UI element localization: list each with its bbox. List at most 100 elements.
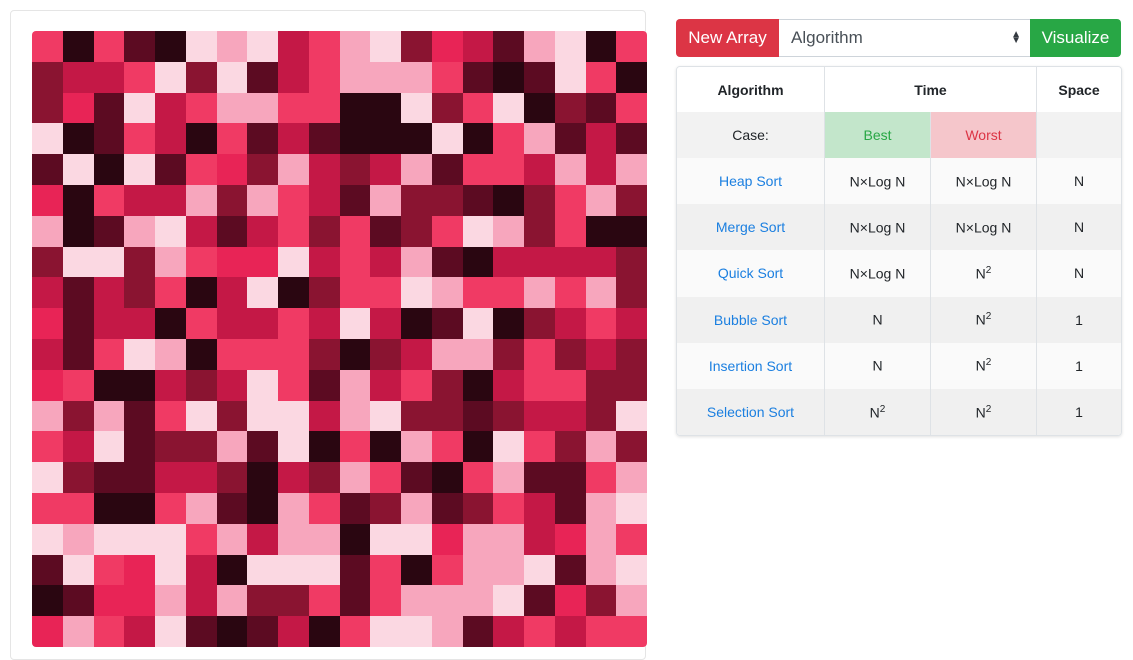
array-cell xyxy=(155,215,186,247)
array-cell xyxy=(554,92,586,124)
space-complexity: N xyxy=(1036,204,1121,251)
algorithm-link-text[interactable]: Merge Sort xyxy=(716,219,785,235)
array-cell xyxy=(616,31,647,62)
array-cell xyxy=(554,215,586,247)
array-cell xyxy=(493,585,524,617)
array-cell xyxy=(185,61,217,93)
array-cell xyxy=(124,154,155,185)
algorithm-link[interactable]: Insertion Sort xyxy=(677,342,825,389)
best-complexity: N xyxy=(824,342,931,389)
array-cell xyxy=(524,400,555,432)
array-cell xyxy=(308,184,340,216)
algorithm-link[interactable]: Bubble Sort xyxy=(677,296,825,343)
algorithm-link-text[interactable]: Bubble Sort xyxy=(714,312,787,328)
array-cell xyxy=(431,154,463,185)
array-cell xyxy=(124,492,155,524)
array-cell xyxy=(185,554,217,586)
array-cell xyxy=(401,184,432,216)
array-cell xyxy=(462,215,494,247)
array-cell xyxy=(431,431,463,463)
array-cell xyxy=(585,431,617,463)
algorithm-link[interactable]: Quick Sort xyxy=(677,250,825,297)
algorithm-link[interactable]: Merge Sort xyxy=(677,204,825,251)
array-cell xyxy=(278,338,309,370)
array-cell xyxy=(93,277,125,309)
array-cell xyxy=(216,400,248,432)
array-cell xyxy=(462,61,494,93)
array-cell xyxy=(524,92,555,124)
array-cell xyxy=(308,554,340,586)
algorithm-row: Bubble Sort N N2 1 xyxy=(677,296,1121,343)
array-cell xyxy=(124,246,155,278)
array-cell xyxy=(32,616,63,647)
array-cell xyxy=(554,308,586,339)
array-cell xyxy=(247,308,278,339)
worst-complexity: N×Log N xyxy=(930,158,1037,205)
array-cell xyxy=(462,431,494,463)
array-cell xyxy=(585,215,617,247)
algorithm-link[interactable]: Heap Sort xyxy=(677,158,825,205)
best-complexity-text: N xyxy=(869,404,880,421)
array-cell xyxy=(155,554,186,586)
array-cell xyxy=(278,523,309,555)
array-cell xyxy=(339,246,371,278)
array-cell xyxy=(554,369,586,401)
array-cell xyxy=(431,400,463,432)
array-cell xyxy=(585,492,617,524)
array-cell xyxy=(554,585,586,617)
array-cell xyxy=(339,184,371,216)
new-array-button[interactable]: New Array xyxy=(676,19,779,57)
array-cell xyxy=(370,308,401,339)
array-cell xyxy=(370,215,401,247)
array-cell xyxy=(339,523,371,555)
algorithm-link-text[interactable]: Quick Sort xyxy=(718,265,783,281)
array-cell xyxy=(247,431,278,463)
array-cell xyxy=(370,400,401,432)
algorithm-link-text[interactable]: Insertion Sort xyxy=(709,358,792,374)
array-cell xyxy=(247,277,278,309)
array-cell xyxy=(493,431,524,463)
visualize-button[interactable]: Visualize xyxy=(1030,19,1121,57)
array-cell xyxy=(247,61,278,93)
array-cell xyxy=(616,246,647,278)
worst-complexity-text: N xyxy=(975,404,986,421)
array-cell xyxy=(62,462,94,493)
array-cell xyxy=(247,369,278,401)
array-cell xyxy=(155,431,186,463)
array-cell xyxy=(124,554,155,586)
array-cell xyxy=(185,184,217,216)
array-cell xyxy=(431,184,463,216)
array-cell xyxy=(278,462,309,493)
array-cell xyxy=(32,400,63,432)
algorithm-select[interactable]: Algorithm ▲ ▼ xyxy=(779,19,1030,57)
array-cell xyxy=(155,277,186,309)
array-cell xyxy=(616,123,647,155)
array-cell xyxy=(185,246,217,278)
array-cell xyxy=(278,585,309,617)
array-cell xyxy=(247,492,278,524)
array-cell xyxy=(278,154,309,185)
array-cell xyxy=(401,616,432,647)
array-cell xyxy=(585,308,617,339)
array-cell xyxy=(247,338,278,370)
array-cell xyxy=(62,31,94,62)
best-complexity: N xyxy=(824,296,931,343)
algorithm-link[interactable]: Selection Sort xyxy=(677,388,825,435)
algorithm-link-text[interactable]: Selection Sort xyxy=(707,404,794,420)
algorithm-link-text[interactable]: Heap Sort xyxy=(719,173,782,189)
array-cell xyxy=(554,61,586,93)
array-cell xyxy=(308,277,340,309)
array-cell xyxy=(32,61,63,93)
array-cell xyxy=(308,523,340,555)
array-cell xyxy=(32,554,63,586)
array-cell xyxy=(339,431,371,463)
array-cell xyxy=(493,523,524,555)
array-cell xyxy=(308,61,340,93)
array-cell xyxy=(93,554,125,586)
array-cell xyxy=(616,184,647,216)
array-cell xyxy=(216,123,248,155)
array-cell xyxy=(401,215,432,247)
array-cell xyxy=(462,308,494,339)
array-cell xyxy=(462,492,494,524)
array-cell xyxy=(32,431,63,463)
